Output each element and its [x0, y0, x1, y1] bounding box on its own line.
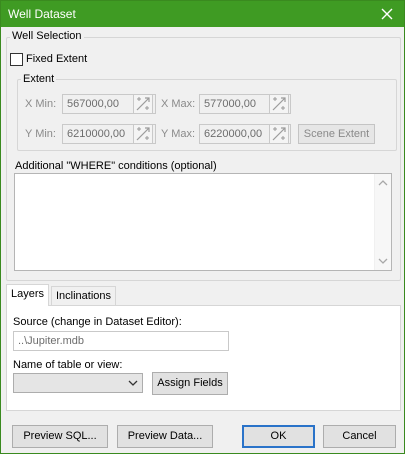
preview-data-button[interactable]: Preview Data...	[117, 425, 213, 448]
ok-button[interactable]: OK	[242, 425, 315, 448]
cancel-button[interactable]: Cancel	[323, 425, 396, 448]
title-bar: Well Dataset	[1, 1, 404, 27]
well-dataset-dialog: Well Dataset Well Selection Fixed Extent…	[0, 0, 405, 454]
table-label: Name of table or view:	[13, 359, 123, 371]
where-textarea[interactable]	[14, 173, 392, 271]
scroll-up-arrow-icon[interactable]	[378, 179, 388, 187]
ymax-label: Y Max:	[161, 128, 196, 140]
ymin-label: Y Min:	[25, 128, 56, 140]
fixed-extent-label[interactable]: Fixed Extent	[26, 53, 87, 65]
assign-fields-button[interactable]: Assign Fields	[152, 372, 228, 395]
scroll-down-arrow-icon[interactable]	[378, 257, 388, 265]
source-label: Source (change in Dataset Editor):	[13, 316, 182, 328]
close-icon	[381, 8, 393, 20]
pick-coordinate-icon	[136, 97, 150, 111]
xmin-label: X Min:	[25, 98, 57, 110]
xmax-label: X Max:	[161, 98, 196, 110]
ymax-pick-button[interactable]	[269, 124, 289, 144]
preview-sql-button[interactable]: Preview SQL...	[12, 425, 108, 448]
xmax-pick-button[interactable]	[269, 94, 289, 114]
pick-coordinate-icon	[136, 127, 150, 141]
pick-coordinate-icon	[272, 97, 286, 111]
extent-legend: Extent	[21, 73, 57, 85]
fixed-extent-checkbox[interactable]	[10, 53, 23, 66]
where-scrollbar[interactable]	[374, 174, 391, 270]
where-label: Additional "WHERE" conditions (optional)	[15, 160, 217, 172]
tab-layers[interactable]: Layers	[6, 284, 50, 306]
well-selection-legend: Well Selection	[10, 30, 84, 42]
table-select[interactable]	[13, 373, 143, 393]
pick-coordinate-icon	[272, 127, 286, 141]
tab-inclinations[interactable]: Inclinations	[51, 286, 117, 306]
ymin-pick-button[interactable]	[133, 124, 153, 144]
chevron-down-icon	[128, 380, 138, 386]
close-button[interactable]	[370, 1, 404, 27]
scene-extent-button[interactable]: Scene Extent	[298, 124, 375, 144]
layers-tab-panel: Source (change in Dataset Editor): ..\Ju…	[6, 305, 401, 411]
source-field[interactable]: ..\Jupiter.mdb	[13, 331, 229, 351]
xmin-pick-button[interactable]	[133, 94, 153, 114]
window-title: Well Dataset	[8, 7, 76, 21]
